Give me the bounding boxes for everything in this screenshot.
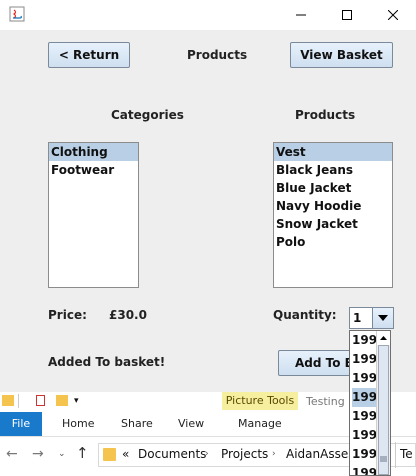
properties-icon[interactable] bbox=[36, 395, 45, 406]
chevron-right-icon[interactable]: › bbox=[205, 449, 209, 459]
quantity-option[interactable]: 1999 bbox=[352, 426, 378, 445]
window-title-partial: Testing bbox=[306, 395, 345, 408]
categories-list[interactable]: Clothing Footwear bbox=[48, 142, 139, 288]
quantity-select[interactable]: 1 bbox=[349, 307, 394, 329]
category-item-footwear[interactable]: Footwear bbox=[49, 161, 138, 179]
quantity-selected-value: 1 bbox=[353, 311, 362, 325]
chevron-down-icon[interactable] bbox=[372, 308, 393, 328]
product-item-black-jeans[interactable]: Black Jeans bbox=[274, 161, 392, 179]
view-basket-button[interactable]: View Basket bbox=[290, 42, 393, 68]
tab-file[interactable]: File bbox=[0, 412, 42, 436]
tab-home[interactable]: Home bbox=[62, 412, 94, 436]
chevron-down-icon[interactable]: ▾ bbox=[74, 396, 79, 406]
return-button[interactable]: < Return bbox=[48, 42, 130, 68]
tab-view[interactable]: View bbox=[178, 412, 204, 436]
tab-manage[interactable]: Manage bbox=[238, 412, 282, 436]
breadcrumb-projects[interactable]: Projects bbox=[221, 447, 268, 461]
quantity-option[interactable]: 1999 bbox=[352, 331, 378, 350]
product-item-vest[interactable]: Vest bbox=[274, 143, 392, 161]
price-value: £30.0 bbox=[109, 308, 147, 322]
category-item-clothing[interactable]: Clothing bbox=[49, 143, 138, 161]
breadcrumb-documents[interactable]: Documents bbox=[138, 447, 206, 461]
close-icon bbox=[388, 10, 398, 20]
product-item-blue-jacket[interactable]: Blue Jacket bbox=[274, 179, 392, 197]
quantity-option[interactable]: 1999 bbox=[352, 407, 378, 426]
quantity-option[interactable]: 1999 bbox=[352, 369, 378, 388]
quantity-label: Quantity: bbox=[273, 308, 337, 322]
breadcrumb-overflow[interactable]: « bbox=[122, 447, 129, 461]
status-message: Added To basket! bbox=[48, 355, 166, 369]
java-icon bbox=[9, 6, 25, 22]
title-bar bbox=[0, 0, 416, 30]
quantity-option[interactable]: 1999 bbox=[352, 350, 378, 369]
product-item-snow-jacket[interactable]: Snow Jacket bbox=[274, 215, 392, 233]
maximize-icon bbox=[342, 10, 352, 20]
search-box-partial[interactable]: Te bbox=[400, 447, 413, 461]
maximize-button[interactable] bbox=[324, 0, 370, 30]
new-folder-icon[interactable] bbox=[56, 395, 68, 406]
quantity-option[interactable]: 1999 bbox=[352, 464, 378, 475]
chevron-right-icon[interactable]: › bbox=[272, 449, 276, 459]
page-title: Products bbox=[187, 48, 248, 62]
quantity-option-selected[interactable]: 1999 bbox=[352, 388, 378, 407]
close-button[interactable] bbox=[370, 0, 416, 30]
quantity-dropdown-list[interactable]: 1999 1999 1999 1999 1999 1999 1999 1999 bbox=[349, 330, 391, 476]
product-item-navy-hoodie[interactable]: Navy Hoodie bbox=[274, 197, 392, 215]
picture-tools-tab[interactable]: Picture Tools bbox=[222, 392, 298, 410]
minimize-icon bbox=[296, 14, 306, 16]
back-arrow-icon[interactable]: ← bbox=[6, 446, 18, 462]
categories-heading: Categories bbox=[111, 108, 184, 122]
tab-share[interactable]: Share bbox=[121, 412, 153, 436]
recent-locations-icon[interactable]: ⌄ bbox=[58, 449, 66, 459]
price-label: Price: bbox=[48, 308, 87, 322]
scrollbar-thumb[interactable] bbox=[378, 345, 389, 475]
folder-icon bbox=[103, 448, 116, 461]
products-list[interactable]: Vest Black Jeans Blue Jacket Navy Hoodie… bbox=[273, 142, 393, 288]
minimize-button[interactable] bbox=[278, 0, 324, 30]
product-item-polo[interactable]: Polo bbox=[274, 233, 392, 251]
forward-arrow-icon[interactable]: → bbox=[32, 446, 44, 462]
scroll-up-icon[interactable] bbox=[377, 331, 390, 345]
folder-icon[interactable] bbox=[2, 395, 14, 406]
up-arrow-icon[interactable]: ↑ bbox=[76, 444, 89, 462]
products-heading: Products bbox=[295, 108, 356, 122]
dropdown-scrollbar[interactable] bbox=[376, 331, 390, 475]
quantity-option[interactable]: 1999 bbox=[352, 445, 378, 464]
